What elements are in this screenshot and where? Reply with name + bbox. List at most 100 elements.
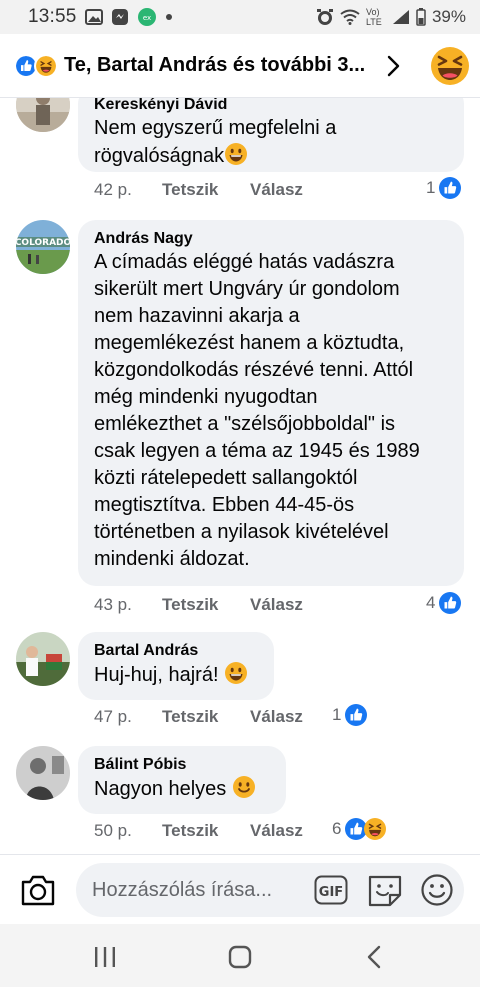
comment-input[interactable] bbox=[92, 863, 302, 917]
smiling-emoji bbox=[232, 776, 255, 798]
comment-line: Nagyon helyes bbox=[94, 778, 227, 800]
comment-time[interactable]: 50 p. bbox=[94, 821, 162, 841]
sticker-icon[interactable] bbox=[366, 873, 404, 907]
haha-emoji-icon bbox=[431, 46, 469, 85]
gif-label: GIF bbox=[319, 885, 343, 900]
system-navigation-bar bbox=[0, 924, 480, 987]
reply-button[interactable]: Válasz bbox=[250, 821, 303, 841]
comment-text: Nagyon helyes bbox=[94, 775, 270, 803]
comment-composer: GIF bbox=[0, 854, 480, 924]
comment-line: közgondolkodás részévé tenni. Attól bbox=[94, 359, 414, 381]
reaction-count: 1 bbox=[332, 705, 342, 724]
reaction-icons bbox=[345, 818, 387, 840]
comment-text: Huj-huj, hajrá! bbox=[94, 661, 258, 689]
emoji-icon[interactable] bbox=[420, 873, 454, 907]
reaction-count: 4 bbox=[426, 593, 436, 612]
comment-line: megemlékezést hanem a köztudta, bbox=[94, 332, 405, 354]
avatar[interactable]: COLORADO bbox=[16, 220, 70, 274]
like-button[interactable]: Tetszik bbox=[162, 821, 250, 841]
comment-author[interactable]: Bálint Póbis bbox=[94, 755, 270, 775]
app-notification-icon: ex bbox=[137, 7, 157, 27]
comment-line: Huj-huj, hajrá! bbox=[94, 664, 219, 686]
comment-line: rögvalóságnak bbox=[94, 142, 448, 170]
messenger-notification-icon bbox=[111, 8, 129, 26]
reaction-summary[interactable]: 1 bbox=[426, 177, 462, 199]
reaction-count: 6 bbox=[332, 819, 342, 838]
comment: Kereskényi Dávid Nem egyszerű megfelelni… bbox=[0, 98, 480, 211]
back-icon[interactable] bbox=[362, 944, 388, 970]
comment-time[interactable]: 42 p. bbox=[94, 180, 162, 200]
comment-text: A címadás eléggé hatás vadászra sikerült… bbox=[94, 249, 448, 573]
avatar[interactable] bbox=[16, 98, 70, 132]
comment-line: csak legyen a téma az 1945 és 1989 bbox=[94, 440, 420, 462]
reaction-summary[interactable]: 6 bbox=[332, 818, 387, 840]
battery-icon bbox=[416, 8, 426, 26]
reaction-summary[interactable]: 1 bbox=[332, 704, 368, 726]
reply-button[interactable]: Válasz bbox=[250, 595, 303, 615]
grinning-emoji bbox=[225, 143, 248, 165]
wifi-icon bbox=[340, 9, 360, 25]
comment-bubble[interactable]: András Nagy A címadás eléggé hatás vadás… bbox=[78, 220, 464, 586]
comment-list[interactable]: Kereskényi Dávid Nem egyszerű megfelelni… bbox=[0, 98, 480, 854]
comment-line: nem hazavinni akarja a bbox=[94, 305, 300, 327]
comment-actions: 43 p. Tetszik Válasz bbox=[94, 593, 303, 617]
comment-bubble[interactable]: Bartal András Huj-huj, hajrá! bbox=[78, 632, 274, 700]
camera-icon[interactable] bbox=[20, 873, 56, 907]
comment-actions: 50 p. Tetszik Válasz bbox=[94, 819, 303, 843]
comment-line: A címadás eléggé hatás vadászra bbox=[94, 251, 395, 273]
comment-line: Nem egyszerű megfelelni a bbox=[94, 117, 337, 139]
comment-line: sikerült mert Ungváry úr gondolom bbox=[94, 278, 400, 300]
comment-time[interactable]: 43 p. bbox=[94, 595, 162, 615]
comment-line-text: rögvalóságnak bbox=[94, 145, 225, 167]
network-label: Vo) LTE bbox=[365, 7, 382, 27]
comment-line: történetben a nyilasok kivételével bbox=[94, 521, 389, 543]
comment-actions: 42 p. Tetszik Válasz bbox=[94, 178, 303, 202]
gif-icon[interactable]: GIF bbox=[314, 875, 348, 905]
signal-icon bbox=[392, 9, 410, 25]
like-button[interactable]: Tetszik bbox=[162, 707, 250, 727]
home-icon[interactable] bbox=[227, 944, 253, 970]
more-notifications-dot-icon bbox=[165, 13, 173, 21]
laughing-icon bbox=[364, 818, 387, 840]
avatar-sign-text: COLORADO bbox=[16, 238, 70, 248]
reaction-summary[interactable]: 4 bbox=[426, 592, 462, 614]
comment-line: még mindenki nyugodtan bbox=[94, 386, 318, 408]
like-button[interactable]: Tetszik bbox=[162, 180, 250, 200]
comment-text: Nem egyszerű megfelelni a rögvalóságnak bbox=[94, 115, 448, 170]
comment-bubble[interactable]: Bálint Póbis Nagyon helyes bbox=[78, 746, 286, 814]
header-reactions bbox=[14, 53, 58, 78]
gallery-notification-icon bbox=[84, 9, 103, 25]
like-button[interactable]: Tetszik bbox=[162, 595, 250, 615]
comment-author[interactable]: Bartal András bbox=[94, 641, 258, 661]
comment: Bálint Póbis Nagyon helyes 50 p. Tetszik… bbox=[0, 746, 480, 854]
avatar[interactable] bbox=[16, 632, 70, 686]
reply-button[interactable]: Válasz bbox=[250, 707, 303, 727]
like-icon bbox=[345, 704, 368, 726]
battery-percent: 39% bbox=[431, 7, 466, 26]
header-title: Te, Bartal András és további 3... bbox=[64, 54, 366, 76]
comment-author[interactable]: András Nagy bbox=[94, 229, 448, 249]
comment-bubble[interactable]: Kereskényi Dávid Nem egyszerű megfelelni… bbox=[78, 98, 464, 172]
alarm-icon bbox=[316, 8, 334, 26]
like-icon bbox=[439, 592, 462, 614]
laughing-icon bbox=[34, 53, 58, 78]
comment-author[interactable]: Kereskényi Dávid bbox=[94, 98, 448, 115]
reaction-count: 1 bbox=[426, 178, 436, 197]
comment-actions: 47 p. Tetszik Válasz bbox=[94, 705, 303, 729]
clock: 13:55 bbox=[28, 6, 77, 27]
like-icon bbox=[439, 177, 462, 199]
reactions-header[interactable]: Te, Bartal András és további 3... bbox=[0, 34, 480, 98]
chevron-right-icon[interactable] bbox=[383, 54, 403, 78]
comment-line: közti rátelepedett sallangoktól bbox=[94, 467, 358, 489]
svg-text:ex: ex bbox=[142, 14, 150, 22]
comment-line: mindenki áldozat. bbox=[94, 548, 250, 570]
comment: Bartal András Huj-huj, hajrá! 47 p. Tets… bbox=[0, 632, 480, 742]
comment-line: megtisztítva. Ebben 44-45-ös bbox=[94, 494, 355, 516]
recent-apps-icon[interactable] bbox=[92, 944, 118, 970]
reply-button[interactable]: Válasz bbox=[250, 180, 303, 200]
comment-input-container[interactable]: GIF bbox=[76, 863, 464, 917]
comment-line: emlékezthet a "szélsőjobboldal" is bbox=[94, 413, 396, 435]
avatar[interactable] bbox=[16, 746, 70, 800]
grinning-emoji bbox=[225, 662, 248, 684]
comment-time[interactable]: 47 p. bbox=[94, 707, 162, 727]
